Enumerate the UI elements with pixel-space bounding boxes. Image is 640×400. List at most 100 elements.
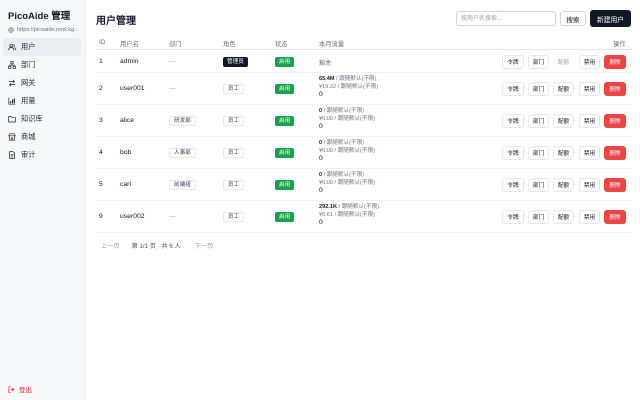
username: alice [120,117,134,124]
traffic-usage: 0 / 跟随默认(不限) ¥0.00 / 跟随默认(不限) 0 [319,108,375,131]
quota-button[interactable]: 配额 [553,146,574,160]
traffic-usage: 0 / 跟随默认(不限) ¥0.00 / 跟随默认(不限) 0 [319,172,375,195]
traffic-limit: / 跟随默认(不限) [337,204,379,210]
status-badge: 启用 [275,57,295,67]
token-button[interactable]: 令牌 [502,82,524,96]
department-button[interactable]: 部门 [528,210,549,224]
department-button[interactable]: 部门 [528,114,549,128]
token-button[interactable]: 令牌 [502,146,524,160]
traffic-usage: 292.1K / 跟随默认(不限) ¥0.61 / 跟随默认(不限) 0 [319,204,379,227]
quota-button[interactable]: 配额 [553,210,574,224]
role-badge: 员工 [223,84,245,94]
department-value: — [169,85,176,92]
user-id: 3 [99,117,103,124]
sidebar-item-label: 知识库 [21,114,43,123]
disable-button[interactable]: 禁用 [579,210,600,224]
sidebar-item-audit[interactable]: 审计 [3,146,81,164]
department-button[interactable]: 部门 [528,55,549,69]
traffic-limit: / 跟随默认(不限) [334,76,377,82]
sidebar-item-users[interactable]: 用户 [3,38,81,56]
usage-icon [8,97,16,105]
role-badge: 员工 [223,116,245,126]
table-row: 1 admin — 管理员 启用 豁免 令牌 部门 配额 禁用 删除 [96,51,632,73]
user-id: 5 [99,181,103,188]
sidebar-item-gateway[interactable]: 网关 [3,74,81,92]
gateway-icon [8,79,16,87]
department-button[interactable]: 部门 [528,146,549,160]
traffic-limit: / 跟随默认(不限) [322,140,365,146]
status-badge: 启用 [275,212,295,222]
request-count: 0 [319,187,323,195]
delete-button[interactable]: 删除 [604,178,626,192]
delete-button[interactable]: 删除 [604,114,626,128]
prev-page-button[interactable]: 上一页 [101,241,120,250]
folder-icon [8,116,16,123]
department-button[interactable]: 部门 [528,178,549,192]
department-value: — [169,58,176,65]
status-badge: 启用 [275,148,295,158]
delete-button[interactable]: 删除 [604,210,626,224]
request-count: 0 [319,123,323,131]
disable-button[interactable]: 禁用 [579,82,600,96]
sidebar-item-label: 审计 [21,150,36,159]
search-button[interactable]: 搜索 [560,11,586,26]
logout-button[interactable]: 登出 [8,384,32,394]
token-button[interactable]: 令牌 [502,114,524,128]
token-button[interactable]: 令牌 [502,210,524,224]
sidebar: PicoAide 管理 https://picoaide.next.kg... … [0,0,86,400]
sidebar-item-knowledge[interactable]: 知识库 [3,110,81,128]
delete-button[interactable]: 删除 [604,82,626,96]
cost-usage: ¥0.00 / 跟随默认(不限) [319,115,375,122]
department-button[interactable]: 部门 [528,82,549,96]
pagination: 上一页 第 1/1 页 · 共 6 人 下一页 [101,241,213,250]
table-row: 9 user002 — 员工 启用 292.1K / 跟随默认(不限) ¥0.6… [96,201,632,233]
status-badge: 启用 [275,180,295,190]
delete-button[interactable]: 删除 [604,55,626,69]
traffic-limit: / 跟随默认(不限) [322,172,365,178]
new-user-button[interactable]: 新建用户 [590,10,631,27]
user-id: 4 [99,149,103,156]
store-icon [8,133,16,141]
department-badge: 研发部 [169,116,196,126]
table-row: 2 user001 — 员工 启用 65.4M / 跟随默认(不限) ¥19.3… [96,73,632,105]
cost-usage: ¥19.32 / 跟随默认(不限) [319,83,379,90]
status-badge: 启用 [275,116,295,126]
next-page-button[interactable]: 下一页 [195,241,214,250]
column-header-role: 角色 [223,41,236,48]
quota-button[interactable]: 配额 [553,114,574,128]
quota-button: 配额 [553,55,574,69]
page-info: 第 1/1 页 · 共 6 人 [131,243,181,250]
sidebar-item-departments[interactable]: 部门 [3,56,81,74]
table-header: ID 用户名 部门 角色 状态 本月流量 操作 [96,36,632,50]
sidebar-item-usage[interactable]: 用量 [3,92,81,110]
role-badge: 员工 [223,148,245,158]
column-header-traffic: 本月流量 [319,41,345,48]
username: carl [120,181,131,188]
table-row: 3 alice 研发部 员工 启用 0 / 跟随默认(不限) ¥0.00 / 跟… [96,105,632,137]
token-button[interactable]: 令牌 [502,178,524,192]
search-input[interactable] [456,11,556,26]
disable-button[interactable]: 禁用 [579,178,600,192]
column-header-username: 用户名 [120,41,139,48]
sidebar-item-label: 用量 [21,96,36,105]
user-id: 1 [99,58,103,65]
username: admin [120,58,139,65]
column-header-actions: 操作 [613,41,626,48]
role-badge: 员工 [223,212,245,222]
delete-button[interactable]: 删除 [604,146,626,160]
token-button[interactable]: 令牌 [502,55,524,69]
username: user001 [120,85,145,92]
sidebar-item-store[interactable]: 商城 [3,128,81,146]
disable-button[interactable]: 禁用 [579,146,600,160]
app-title: PicoAide 管理 [8,11,71,22]
disable-button[interactable]: 禁用 [579,114,600,128]
table-row: 5 carl 前端组 员工 启用 0 / 跟随默认(不限) ¥0.00 / 跟随… [96,169,632,201]
disable-button[interactable]: 禁用 [579,55,600,69]
quota-button[interactable]: 配额 [553,178,574,192]
department-badge: 人事部 [169,148,196,158]
cost-usage: ¥0.00 / 跟随默认(不限) [319,147,375,154]
status-badge: 启用 [275,84,295,94]
app-url[interactable]: https://picoaide.next.kg... [8,27,82,33]
traffic-usage: 0 / 跟随默认(不限) ¥0.00 / 跟随默认(不限) 0 [319,140,375,163]
quota-button[interactable]: 配额 [553,82,574,96]
